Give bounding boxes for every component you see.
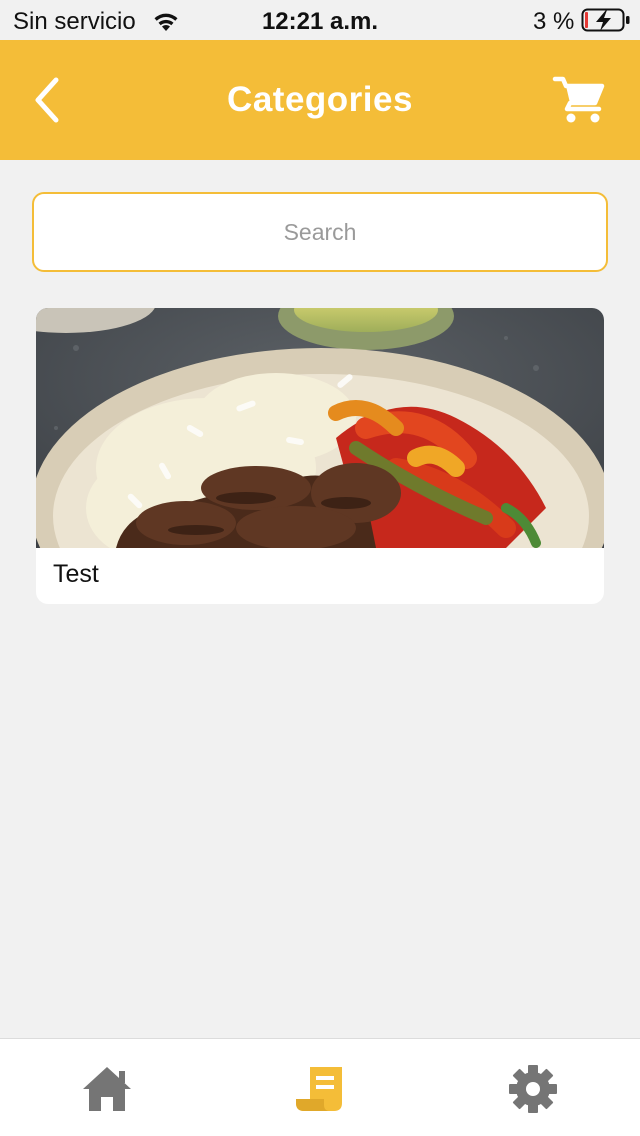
bottom-tab-bar xyxy=(0,1038,640,1136)
header-bar: Categories xyxy=(0,40,640,160)
food-bowl-photo xyxy=(36,308,604,548)
cart-button[interactable] xyxy=(552,74,608,126)
search-field xyxy=(32,192,608,272)
tab-settings[interactable] xyxy=(505,1063,561,1115)
cart-icon xyxy=(552,76,605,123)
page-title: Categories xyxy=(227,80,413,119)
status-bar: Sin servicio 12:21 a.m. 3 % xyxy=(0,0,640,40)
home-icon xyxy=(83,1067,131,1111)
category-label: Test xyxy=(53,560,99,588)
tab-orders[interactable] xyxy=(292,1063,348,1115)
receipt-icon xyxy=(296,1067,342,1111)
battery-percent: 3 % xyxy=(533,8,575,35)
battery-charging-icon xyxy=(581,7,631,38)
search-input[interactable] xyxy=(34,194,606,270)
category-card[interactable]: Test xyxy=(36,308,604,604)
tab-home[interactable] xyxy=(79,1063,135,1115)
gear-icon xyxy=(509,1065,557,1113)
app-screen: Sin servicio 12:21 a.m. 3 % Categories S… xyxy=(0,0,640,1136)
